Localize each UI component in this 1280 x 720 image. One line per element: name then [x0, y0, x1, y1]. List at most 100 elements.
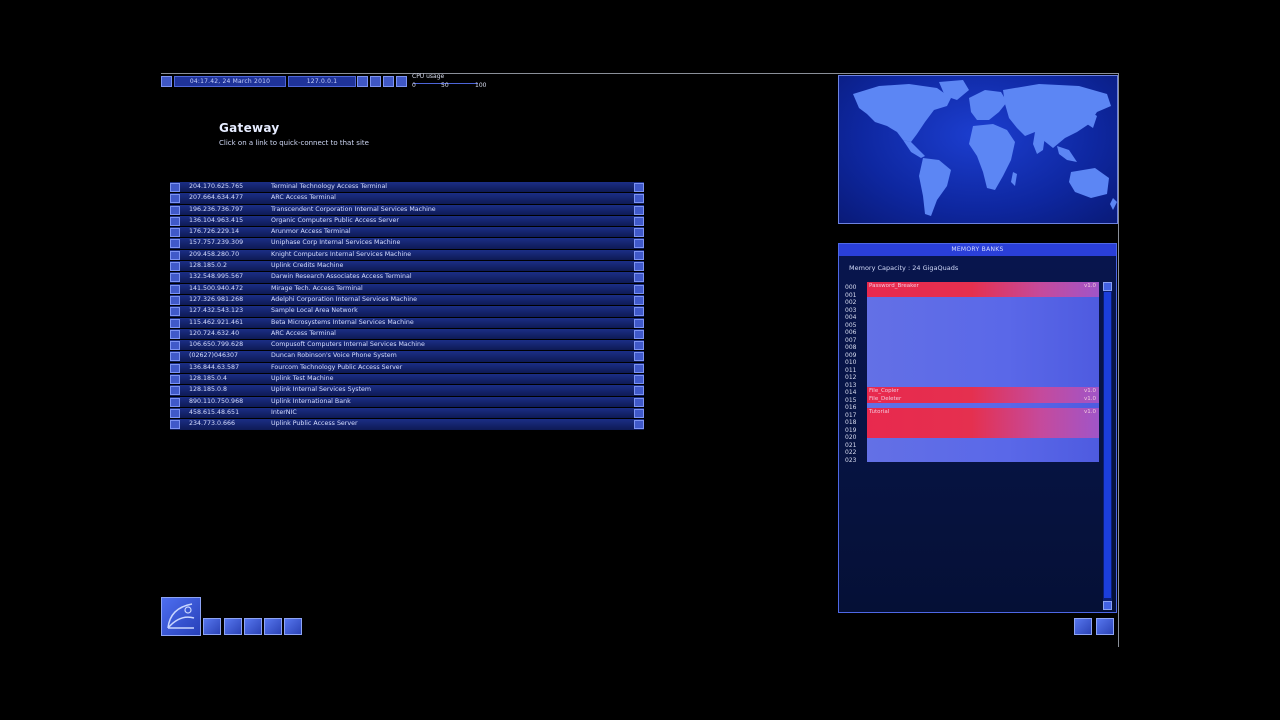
gateway-link-row[interactable]: 141.500.940.472 Mirage Tech. Access Termi… [170, 283, 644, 295]
link-ip[interactable]: 207.664.634.477 [189, 194, 243, 201]
link-left-button[interactable] [170, 228, 180, 238]
bottom-right-button-2[interactable] [1096, 618, 1114, 635]
link-left-button[interactable] [170, 363, 180, 373]
link-right-button[interactable] [634, 273, 644, 283]
topbar-button-2[interactable] [370, 76, 381, 87]
finance-button[interactable] [264, 618, 282, 635]
link-ip[interactable]: 127.432.543.123 [189, 307, 243, 314]
link-right-button[interactable] [634, 262, 644, 272]
topbar-button-1[interactable] [357, 76, 368, 87]
link-name[interactable]: Fourcom Technology Public Access Server [271, 364, 402, 371]
link-ip[interactable]: 115.462.921.461 [189, 319, 243, 326]
link-right-button[interactable] [634, 408, 644, 418]
link-right-button[interactable] [634, 363, 644, 373]
memory-scrollbar[interactable] [1103, 282, 1112, 610]
gateway-link-row[interactable]: 128.185.0.2 Uplink Credits Machine [170, 261, 644, 273]
link-ip[interactable]: 128.185.0.2 [189, 262, 227, 269]
link-name[interactable]: Knight Computers Internal Services Machi… [271, 251, 411, 258]
link-right-button[interactable] [634, 239, 644, 249]
link-ip[interactable]: 106.650.799.628 [189, 341, 243, 348]
link-name[interactable]: Uniphase Corp Internal Services Machine [271, 239, 400, 246]
link-ip[interactable]: 890.110.750.968 [189, 398, 243, 405]
hardware-button[interactable] [203, 618, 221, 635]
gateway-link-row[interactable]: 128.185.0.4 Uplink Test Machine [170, 374, 644, 386]
gateway-link-row[interactable]: (02627)046307 Duncan Robinson's Voice Pho… [170, 351, 644, 363]
link-right-button[interactable] [634, 205, 644, 215]
memory-slot-file-copier[interactable]: File_Copier v1.0 [867, 387, 1099, 395]
link-left-button[interactable] [170, 408, 180, 418]
link-right-button[interactable] [634, 386, 644, 396]
link-left-button[interactable] [170, 341, 180, 351]
link-right-button[interactable] [634, 295, 644, 305]
link-ip[interactable]: 234.773.0.666 [189, 420, 235, 427]
scroll-up-button[interactable] [1103, 282, 1112, 291]
link-right-button[interactable] [634, 216, 644, 226]
link-right-button[interactable] [634, 420, 644, 430]
email-button[interactable] [284, 618, 302, 635]
scroll-down-button[interactable] [1103, 601, 1112, 610]
link-left-button[interactable] [170, 295, 180, 305]
link-right-button[interactable] [634, 375, 644, 385]
gateway-link-row[interactable]: 207.664.634.477 ARC Access Terminal [170, 193, 644, 205]
scroll-thumb[interactable] [1104, 292, 1111, 598]
memory-button[interactable] [224, 618, 242, 635]
link-right-button[interactable] [634, 183, 644, 192]
link-name[interactable]: Uplink Public Access Server [271, 420, 358, 427]
link-right-button[interactable] [634, 318, 644, 328]
gateway-link-row[interactable]: 127.432.543.123 Sample Local Area Network [170, 306, 644, 318]
gateway-link-row[interactable]: 120.724.632.40 ARC Access Terminal [170, 328, 644, 341]
link-right-button[interactable] [634, 352, 644, 362]
memory-slot-password-breaker[interactable]: Password_Breaker v1.0 [867, 282, 1099, 297]
link-ip[interactable]: 132.548.995.567 [189, 273, 243, 280]
link-ip[interactable]: 128.185.0.4 [189, 375, 227, 382]
gateway-link-row[interactable]: 204.170.625.765 Terminal Technology Acces… [170, 182, 644, 194]
link-name[interactable]: Transcendent Corporation Internal Servic… [271, 206, 436, 213]
link-name[interactable]: Adelphi Corporation Internal Services Ma… [271, 296, 417, 303]
topbar-left-button[interactable] [161, 76, 172, 87]
link-right-button[interactable] [634, 250, 644, 260]
link-name[interactable]: Organic Computers Public Access Server [271, 217, 399, 224]
link-right-button[interactable] [634, 228, 644, 238]
topbar-button-4[interactable] [396, 76, 407, 87]
link-name[interactable]: Uplink Credits Machine [271, 262, 343, 269]
bottom-right-button-1[interactable] [1074, 618, 1092, 635]
link-left-button[interactable] [170, 194, 180, 204]
gateway-link-row[interactable]: 209.458.280.70 Knight Computers Internal … [170, 249, 644, 262]
gateway-link-row[interactable]: 176.726.229.14 Arunmor Access Terminal [170, 227, 644, 239]
gateway-link-row[interactable]: 157.757.239.309 Uniphase Corp Internal Se… [170, 238, 644, 250]
link-right-button[interactable] [634, 329, 644, 339]
link-ip[interactable]: 157.757.239.309 [189, 239, 243, 246]
link-ip[interactable]: 176.726.229.14 [189, 228, 239, 235]
status-button[interactable] [244, 618, 262, 635]
link-ip[interactable]: (02627)046307 [189, 352, 238, 359]
link-ip[interactable]: 204.170.625.765 [189, 183, 243, 190]
topbar-button-3[interactable] [383, 76, 394, 87]
link-left-button[interactable] [170, 262, 180, 272]
link-ip[interactable]: 127.326.981.268 [189, 296, 243, 303]
world-map[interactable] [838, 75, 1118, 224]
link-ip[interactable]: 136.104.963.415 [189, 217, 243, 224]
link-right-button[interactable] [634, 284, 644, 294]
gateway-link-row[interactable]: 458.615.48.651 InterNIC [170, 407, 644, 420]
gateway-link-row[interactable]: 890.110.750.968 Uplink International Bank [170, 396, 644, 408]
link-left-button[interactable] [170, 216, 180, 226]
link-left-button[interactable] [170, 318, 180, 328]
link-left-button[interactable] [170, 273, 180, 283]
link-left-button[interactable] [170, 375, 180, 385]
link-name[interactable]: Beta Microsystems Internal Services Mach… [271, 319, 414, 326]
link-left-button[interactable] [170, 250, 180, 260]
link-name[interactable]: Mirage Tech. Access Terminal [271, 285, 363, 292]
gateway-link-row[interactable]: 132.548.995.567 Darwin Research Associate… [170, 272, 644, 284]
link-right-button[interactable] [634, 397, 644, 407]
link-left-button[interactable] [170, 183, 180, 192]
link-name[interactable]: Uplink Internal Services System [271, 386, 371, 393]
gateway-link-row[interactable]: 234.773.0.666 Uplink Public Access Server [170, 419, 644, 431]
link-name[interactable]: Terminal Technology Access Terminal [271, 183, 387, 190]
link-ip[interactable]: 136.844.63.587 [189, 364, 239, 371]
link-name[interactable]: Compusoft Computers Internal Services Ma… [271, 341, 425, 348]
link-name[interactable]: Duncan Robinson's Voice Phone System [271, 352, 397, 359]
link-left-button[interactable] [170, 284, 180, 294]
link-name[interactable]: Uplink International Bank [271, 398, 351, 405]
link-name[interactable]: ARC Access Terminal [271, 194, 336, 201]
link-ip[interactable]: 209.458.280.70 [189, 251, 239, 258]
